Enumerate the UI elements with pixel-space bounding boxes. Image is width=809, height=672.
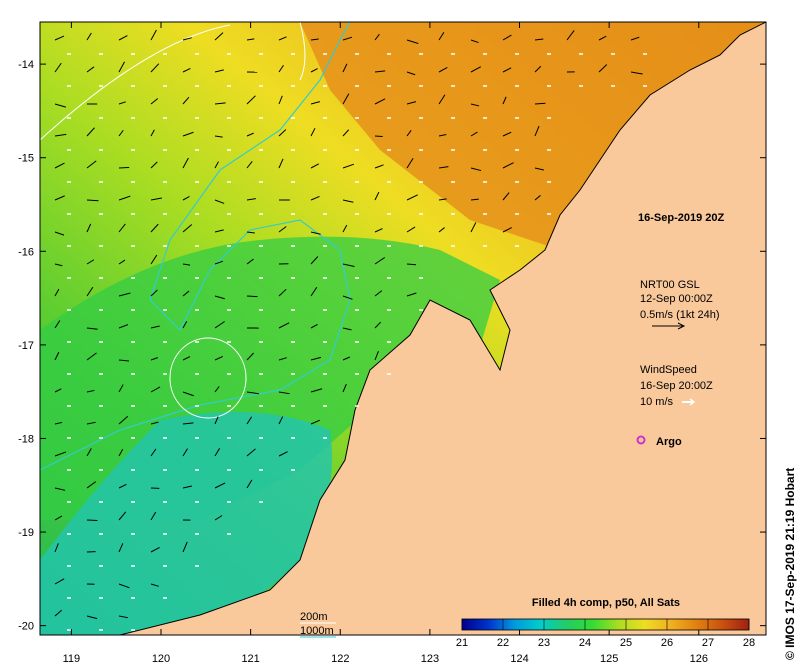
lon-tick-label: 125 <box>600 653 618 665</box>
colorbar-label: 27 <box>702 637 714 649</box>
lat-tick-label: -16 <box>18 246 34 258</box>
lon-tick-label: 119 <box>63 653 81 665</box>
copyright-notice: © IMOS 17-Sep-2019 21:19 Hobart <box>783 467 797 660</box>
current-vector <box>118 166 130 169</box>
lat-tick-label: -20 <box>18 621 34 633</box>
lon-tick-label: 124 <box>510 653 528 665</box>
colorbar-label: 22 <box>497 637 509 649</box>
lat-tick-label: -14 <box>18 59 34 71</box>
lon-tick-label: 121 <box>241 653 259 665</box>
colorbar-label: 23 <box>538 637 550 649</box>
lon-tick-label: 122 <box>331 653 349 665</box>
lat-tick-label: -17 <box>18 340 34 352</box>
current-vector <box>246 295 258 298</box>
sst-map: 119 120 121 122 123 124 125 126 -14 -15 -16 -17 -18… <box>18 21 767 665</box>
colorbar-title: Filled 4h comp, p50, All Sats <box>532 597 680 609</box>
current-vector <box>86 199 99 202</box>
colorbar-label: 21 <box>456 637 468 649</box>
currents-legend-title: NRT00 GSL <box>640 279 700 291</box>
colorbar-label: 25 <box>620 637 632 649</box>
wind-legend-title: WindSpeed <box>640 364 697 376</box>
wind-legend-scale: 10 m/s <box>640 396 674 408</box>
currents-legend-scale: 0.5m/s (1kt 24h) <box>640 309 719 321</box>
argo-label: Argo <box>656 436 682 448</box>
lat-tick-label: -15 <box>18 153 34 165</box>
lon-tick-label: 123 <box>421 653 439 665</box>
colorbar-label: 28 <box>743 637 755 649</box>
depth-1000-label: 1000m <box>300 625 334 637</box>
lat-tick-label: -18 <box>18 433 34 445</box>
lat-tick-label: -19 <box>18 527 34 539</box>
map-date-title: 16-Sep-2019 20Z <box>638 212 724 224</box>
colorbar-label: 26 <box>661 637 673 649</box>
lon-tick-label: 126 <box>690 653 708 665</box>
colorbar-label: 24 <box>579 637 591 649</box>
wind-legend-date: 16-Sep 20:00Z <box>640 380 713 392</box>
lon-tick-label: 120 <box>152 653 170 665</box>
current-vector <box>86 519 98 522</box>
plot-area <box>40 22 766 635</box>
colorbar <box>461 618 750 631</box>
depth-200-label: 200m <box>300 611 328 623</box>
currents-legend-date: 12-Sep 00:00Z <box>640 293 713 305</box>
